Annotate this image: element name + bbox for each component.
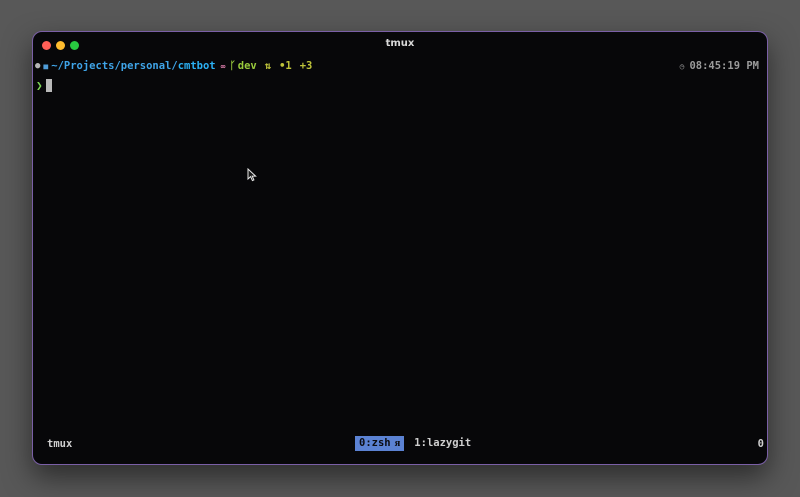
mouse-pointer-icon [247, 168, 257, 182]
tmux-status-bar: tmux 0:zsh ᴙ 1:lazygit 0 [33, 436, 767, 452]
titlebar: tmux [33, 32, 767, 58]
terminal-window: tmux ● ■ ~/Projects/personal/cmtbot ∞ ᚴ dev ⇅ •… [32, 31, 768, 465]
path-prefix: ~/Projects/personal/ [51, 60, 178, 72]
tmux-window-list: 0:zsh ᴙ 1:lazygit [355, 436, 471, 451]
link-icon: ∞ [220, 61, 226, 71]
tmux-window-flag: ᴙ [394, 437, 401, 449]
tmux-window-inactive[interactable]: 1:lazygit [414, 436, 471, 451]
folder-icon: ■ [43, 61, 49, 71]
window-title: tmux [385, 38, 415, 49]
text-cursor [45, 79, 52, 92]
git-staged-count: +3 [299, 60, 313, 72]
prompt-clock: ◷ 08:45:19 PM [680, 60, 759, 72]
branch-icon: ᚴ [229, 60, 236, 72]
path-current-dir: cmtbot [177, 60, 216, 72]
tmux-status-right: 0 [757, 438, 764, 450]
apple-icon: ● [35, 61, 41, 71]
tmux-window-active[interactable]: 0:zsh ᴙ [355, 436, 405, 451]
clock-icon: ◷ [679, 61, 685, 71]
prompt-line: ● ■ ~/Projects/personal/cmtbot ∞ ᚴ dev ⇅ •1 +3 ◷… [35, 60, 759, 74]
tmux-session-name: tmux [47, 438, 73, 450]
prompt-time: 08:45:19 PM [689, 60, 759, 72]
command-input-line[interactable]: ❯ [36, 75, 52, 92]
tmux-window-label: 0:zsh [359, 437, 391, 449]
prompt-caret: ❯ [36, 79, 43, 92]
git-branch: dev [237, 60, 257, 72]
git-dirty-count: •1 [279, 60, 292, 72]
sync-icon: ⇅ [264, 60, 272, 72]
current-path: ~/Projects/personal/cmtbot [51, 60, 215, 72]
